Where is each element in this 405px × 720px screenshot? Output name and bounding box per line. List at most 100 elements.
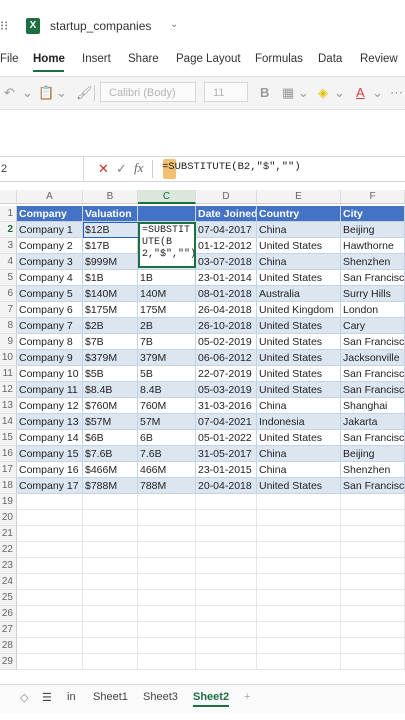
menu-insert[interactable]: Insert xyxy=(82,53,111,65)
table-cell[interactable]: 01-12-2012 xyxy=(196,238,257,254)
menu-page-layout[interactable]: Page Layout xyxy=(176,53,241,65)
empty-cell[interactable] xyxy=(196,574,257,590)
row-header-9[interactable]: 9 xyxy=(0,334,17,350)
row-header-13[interactable]: 13 xyxy=(0,398,17,414)
table-cell[interactable]: United States xyxy=(257,318,341,334)
empty-cell[interactable] xyxy=(257,558,341,574)
row-header-24[interactable]: 24 xyxy=(0,574,17,590)
confirm-entry-icon[interactable]: ✓ xyxy=(116,161,127,177)
table-cell[interactable]: $760M xyxy=(83,398,138,414)
cancel-entry-icon[interactable]: ✕ xyxy=(98,161,109,177)
empty-cell[interactable] xyxy=(138,494,196,510)
empty-cell[interactable] xyxy=(257,638,341,654)
table-cell[interactable]: $379M xyxy=(83,350,138,366)
table-cell[interactable]: 06-06-2012 xyxy=(196,350,257,366)
table-cell[interactable]: $999M xyxy=(83,254,138,270)
table-cell[interactable]: 7.6B xyxy=(138,446,196,462)
column-header-d[interactable]: D xyxy=(196,190,257,204)
table-cell[interactable]: San Francisco xyxy=(341,382,405,398)
tab-sheet2[interactable]: Sheet2 xyxy=(193,691,230,707)
row-header-26[interactable]: 26 xyxy=(0,606,17,622)
menu-formulas[interactable]: Formulas xyxy=(255,53,303,65)
empty-cell[interactable] xyxy=(257,574,341,590)
table-cell[interactable]: United Kingdom xyxy=(257,302,341,318)
borders-dropdown-icon[interactable]: ⌄ xyxy=(298,84,309,102)
header-cell-e[interactable]: Country xyxy=(257,206,341,222)
menu-share[interactable]: Share xyxy=(128,53,159,65)
empty-cell[interactable] xyxy=(196,542,257,558)
table-cell[interactable]: China xyxy=(257,398,341,414)
column-header-c[interactable]: C xyxy=(138,190,196,204)
menu-data[interactable]: Data xyxy=(318,53,342,65)
empty-cell[interactable] xyxy=(17,574,83,590)
table-cell[interactable]: $7.6B xyxy=(83,446,138,462)
empty-cell[interactable] xyxy=(196,494,257,510)
header-cell-c[interactable] xyxy=(138,206,196,222)
empty-cell[interactable] xyxy=(17,510,83,526)
scroll-tabs-icon[interactable]: ◇ xyxy=(20,691,28,704)
empty-cell[interactable] xyxy=(196,590,257,606)
empty-cell[interactable] xyxy=(196,606,257,622)
tab-sheet1[interactable]: Sheet1 xyxy=(93,691,128,703)
empty-cell[interactable] xyxy=(257,590,341,606)
table-cell[interactable]: Company 14 xyxy=(17,430,83,446)
row-header-28[interactable]: 28 xyxy=(0,638,17,654)
borders-icon[interactable]: ▦ xyxy=(282,84,294,102)
format-painter-icon[interactable]: 🖌 xyxy=(76,84,93,102)
table-cell[interactable]: Indonesia xyxy=(257,414,341,430)
row-header-29[interactable]: 29 xyxy=(0,654,17,670)
table-cell[interactable]: Company 3 xyxy=(17,254,83,270)
table-cell[interactable]: $466M xyxy=(83,462,138,478)
table-cell[interactable]: Company 10 xyxy=(17,366,83,382)
table-cell[interactable]: Company 9 xyxy=(17,350,83,366)
table-cell[interactable]: 23-01-2014 xyxy=(196,270,257,286)
row-header-27[interactable]: 27 xyxy=(0,622,17,638)
empty-cell[interactable] xyxy=(341,558,405,574)
table-cell[interactable]: $57M xyxy=(83,414,138,430)
row-header-18[interactable]: 18 xyxy=(0,478,17,494)
all-sheets-menu-icon[interactable]: ☰ xyxy=(42,691,52,704)
empty-cell[interactable] xyxy=(83,510,138,526)
table-cell[interactable]: United States xyxy=(257,366,341,382)
table-cell[interactable]: China xyxy=(257,254,341,270)
table-cell[interactable]: 2B xyxy=(138,318,196,334)
row-header-25[interactable]: 25 xyxy=(0,590,17,606)
table-cell[interactable]: San Francisco xyxy=(341,366,405,382)
empty-cell[interactable] xyxy=(341,574,405,590)
row-header-12[interactable]: 12 xyxy=(0,382,17,398)
table-cell[interactable]: Shenzhen xyxy=(341,254,405,270)
table-cell[interactable]: Company 12 xyxy=(17,398,83,414)
table-cell[interactable]: 07-04-2017 xyxy=(196,222,257,238)
table-cell[interactable]: $2B xyxy=(83,318,138,334)
empty-cell[interactable] xyxy=(196,654,257,670)
table-cell[interactable]: Beijing xyxy=(341,446,405,462)
header-cell-b[interactable]: Valuation xyxy=(83,206,138,222)
table-cell[interactable]: Shanghai xyxy=(341,398,405,414)
empty-cell[interactable] xyxy=(341,510,405,526)
table-cell[interactable]: Company 11 xyxy=(17,382,83,398)
table-cell[interactable]: 31-03-2016 xyxy=(196,398,257,414)
empty-cell[interactable] xyxy=(17,638,83,654)
empty-cell[interactable] xyxy=(83,542,138,558)
row-header-15[interactable]: 15 xyxy=(0,430,17,446)
table-cell[interactable]: San Francisco xyxy=(341,334,405,350)
menu-file[interactable]: File xyxy=(0,53,19,65)
table-cell[interactable]: 22-07-2019 xyxy=(196,366,257,382)
table-cell[interactable]: Beijing xyxy=(341,222,405,238)
row-header-6[interactable]: 6 xyxy=(0,286,17,302)
paste-icon[interactable]: 📋 xyxy=(38,84,54,102)
header-cell-d[interactable]: Date Joined xyxy=(196,206,257,222)
empty-cell[interactable] xyxy=(138,654,196,670)
table-cell[interactable]: 140M xyxy=(138,286,196,302)
row-header-5[interactable]: 5 xyxy=(0,270,17,286)
table-cell[interactable]: 23-01-2015 xyxy=(196,462,257,478)
empty-cell[interactable] xyxy=(138,510,196,526)
row-header-3[interactable]: 3 xyxy=(0,238,17,254)
table-cell[interactable]: Company 1 xyxy=(17,222,83,238)
table-cell[interactable]: 20-04-2018 xyxy=(196,478,257,494)
empty-cell[interactable] xyxy=(138,542,196,558)
table-cell[interactable]: Jakarta xyxy=(341,414,405,430)
menu-home[interactable]: Home xyxy=(33,53,65,65)
table-cell[interactable]: $788M xyxy=(83,478,138,494)
table-cell[interactable]: 466M xyxy=(138,462,196,478)
